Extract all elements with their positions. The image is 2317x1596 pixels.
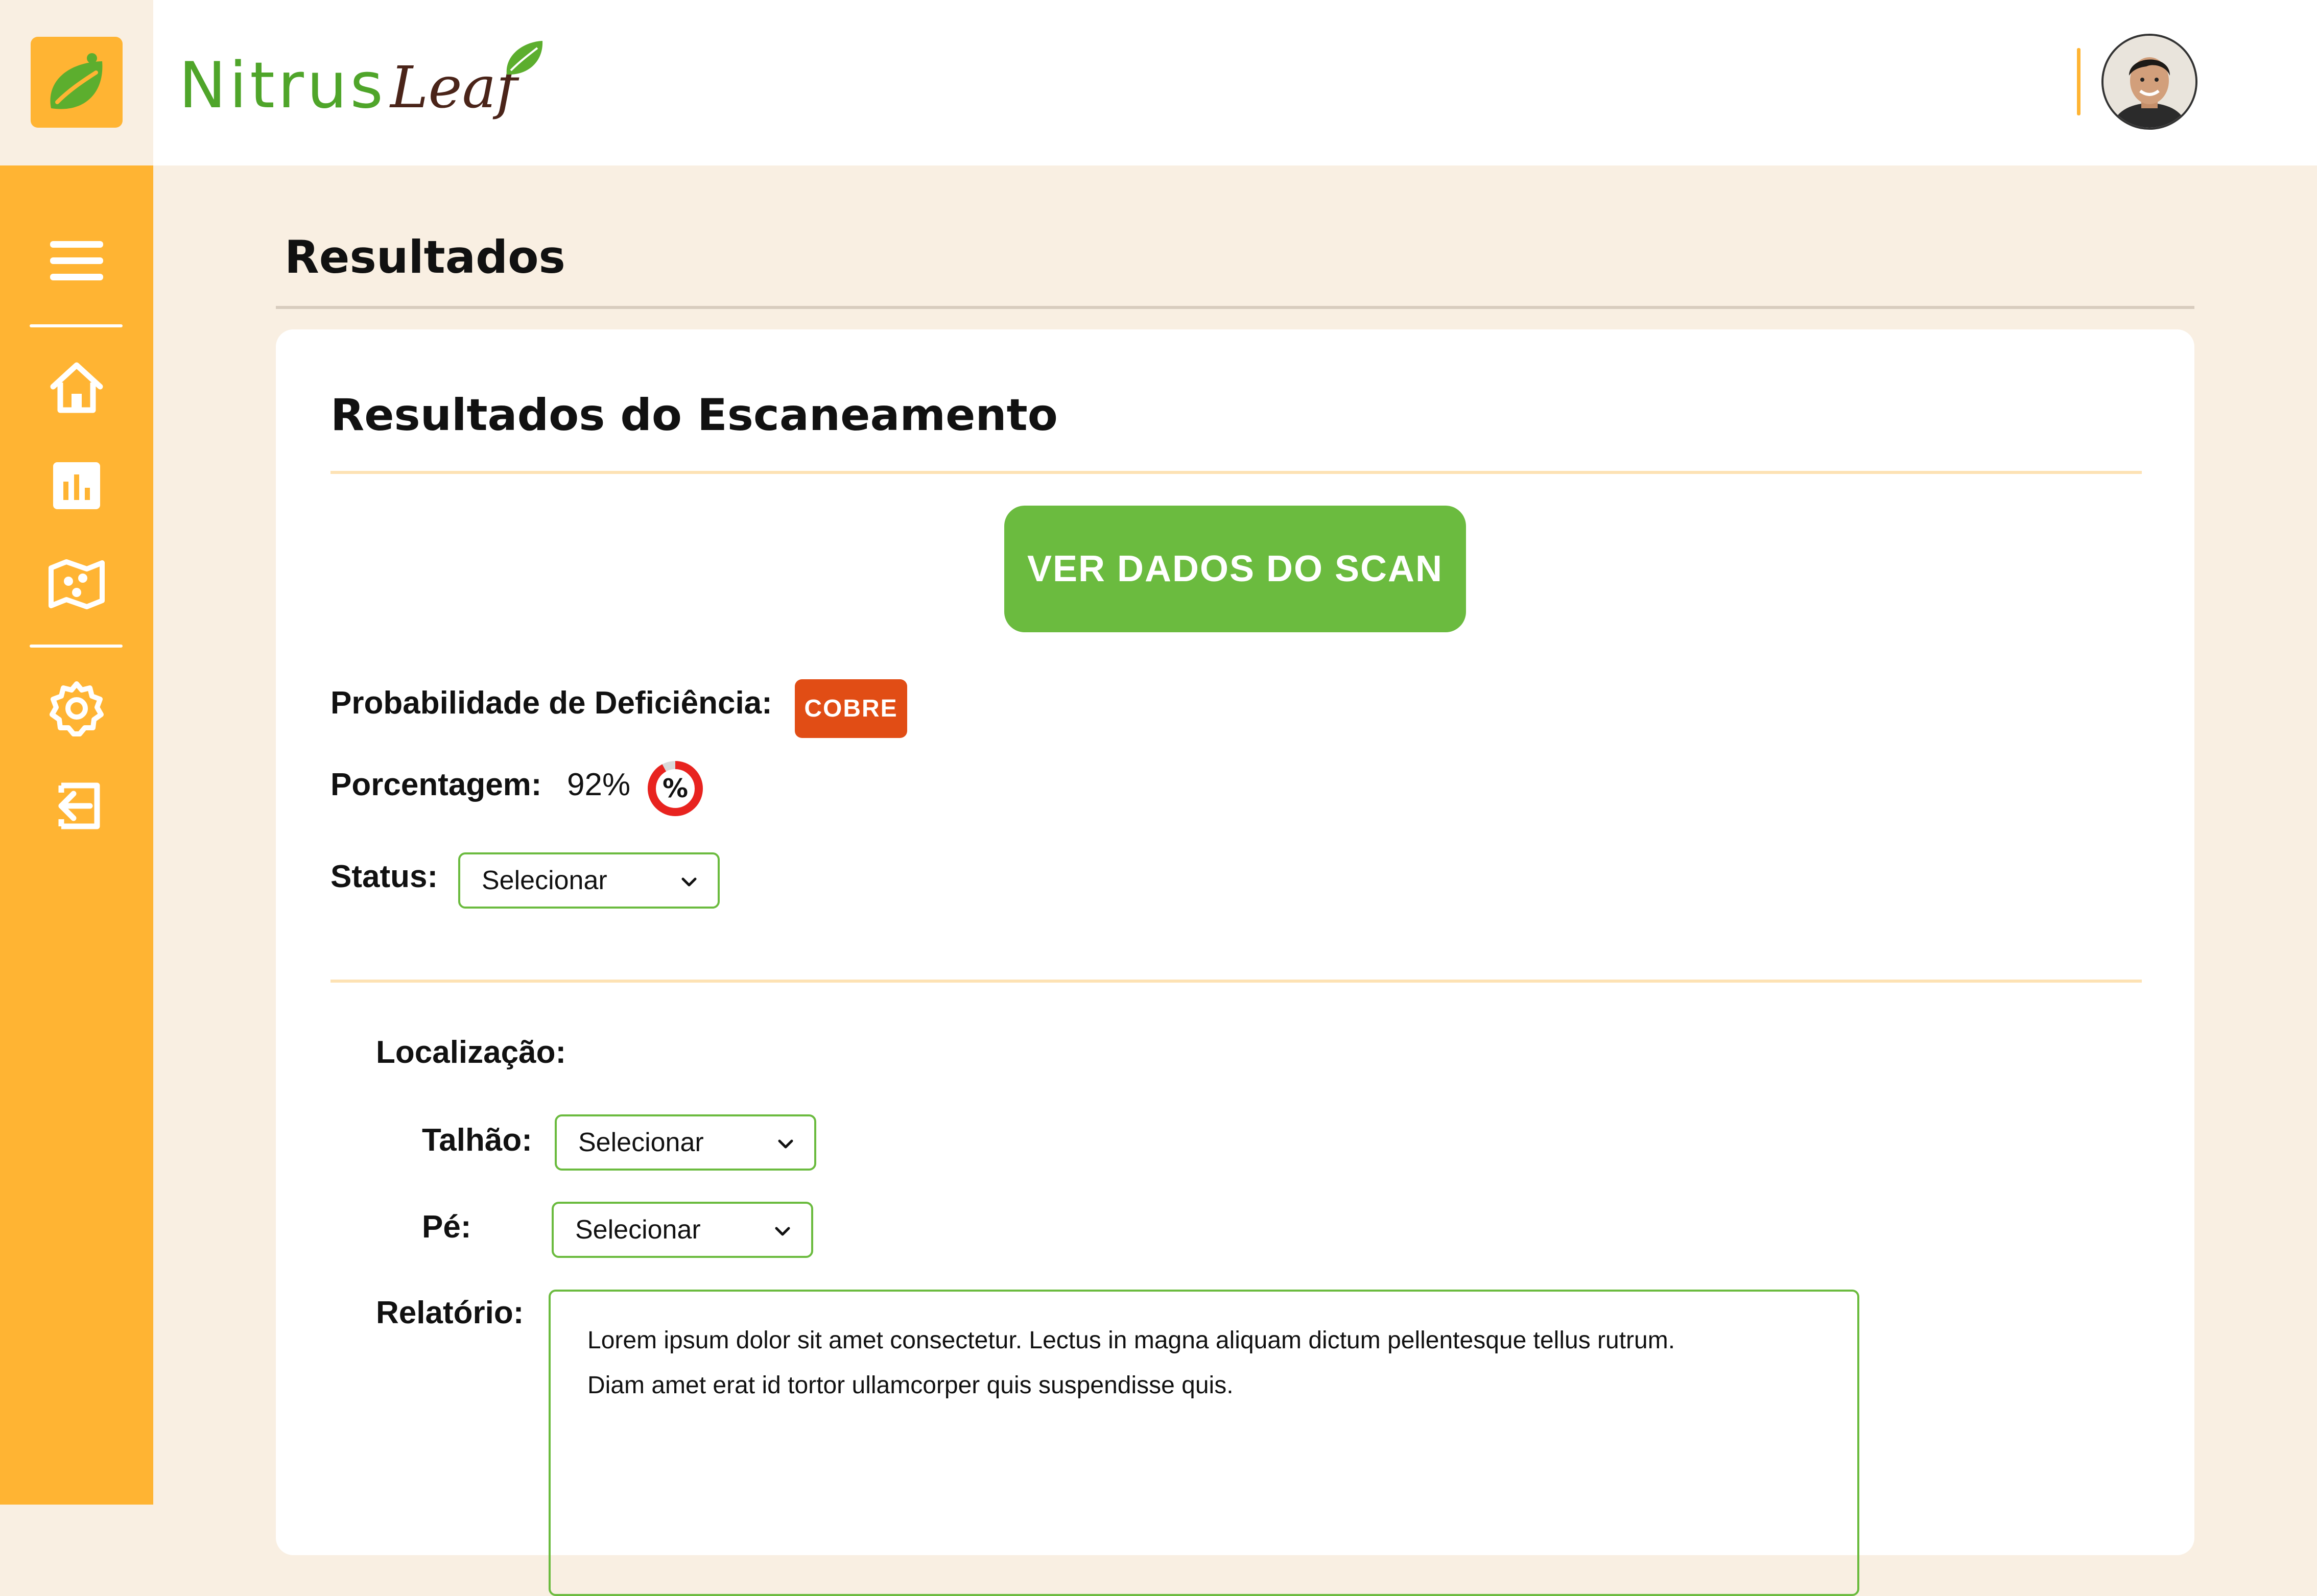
- status-select[interactable]: Selecionar: [458, 852, 720, 909]
- sidebar-divider: [30, 645, 123, 648]
- view-scan-data-button[interactable]: VER DADOS DO SCAN: [1004, 506, 1466, 632]
- page-title: Resultados: [285, 231, 565, 283]
- menu-icon[interactable]: [46, 230, 107, 291]
- plot-label: Talhão:: [422, 1123, 532, 1158]
- chevron-down-icon: [775, 1227, 790, 1236]
- app-logo-area: [0, 0, 153, 165]
- plot-select-value: Selecionar: [578, 1128, 704, 1157]
- report-label: Relatório:: [376, 1295, 524, 1330]
- status-label: Status:: [330, 859, 438, 894]
- scan-results-card: Resultados do Escaneamento VER DADOS DO …: [276, 329, 2194, 1596]
- top-header: NitrusLeaf: [153, 0, 2317, 165]
- percentage-label: Porcentagem:: [330, 767, 542, 802]
- logout-icon[interactable]: [46, 775, 107, 837]
- percentage-value: 92%: [567, 767, 631, 802]
- probability-label: Probabilidade de Deficiência:: [330, 685, 772, 721]
- plot-select[interactable]: Selecionar: [555, 1114, 816, 1171]
- app-logo-icon[interactable]: [31, 37, 123, 128]
- brand-name-part2: Leaf: [390, 55, 517, 121]
- brand-name-part1: Nitrus: [179, 49, 387, 123]
- card-divider: [330, 471, 2142, 474]
- home-icon[interactable]: [46, 357, 107, 418]
- chevron-down-icon: [778, 1139, 793, 1149]
- gear-icon[interactable]: [46, 678, 107, 739]
- report-line: Diam amet erat id tortor ullamcorper qui…: [587, 1372, 1234, 1399]
- chart-icon[interactable]: [46, 455, 107, 516]
- percentage-ring-icon: %: [645, 758, 705, 819]
- section-divider: [330, 980, 2142, 983]
- status-select-value: Selecionar: [482, 866, 607, 895]
- brand-leaf-icon: [506, 41, 543, 75]
- location-label: Localização:: [376, 1035, 566, 1070]
- brand-logo[interactable]: NitrusLeaf: [179, 31, 557, 117]
- map-icon[interactable]: [46, 554, 107, 615]
- header-divider: [2077, 48, 2080, 115]
- report-textarea[interactable]: Lorem ipsum dolor sit amet consectetur. …: [549, 1290, 1859, 1596]
- tree-select[interactable]: Selecionar: [552, 1202, 813, 1258]
- report-line: Lorem ipsum dolor sit amet consectetur. …: [587, 1327, 1675, 1354]
- chevron-down-icon: [681, 877, 697, 887]
- sidebar: [0, 165, 153, 1505]
- tree-label: Pé:: [422, 1209, 471, 1245]
- card-title: Resultados do Escaneamento: [330, 390, 1058, 441]
- sidebar-divider: [30, 324, 123, 327]
- page-title-divider: [276, 306, 2194, 309]
- user-avatar[interactable]: [2103, 36, 2195, 128]
- deficiency-badge: COBRE: [795, 679, 907, 738]
- tree-select-value: Selecionar: [575, 1215, 701, 1245]
- percentage-ring-label: %: [663, 774, 688, 803]
